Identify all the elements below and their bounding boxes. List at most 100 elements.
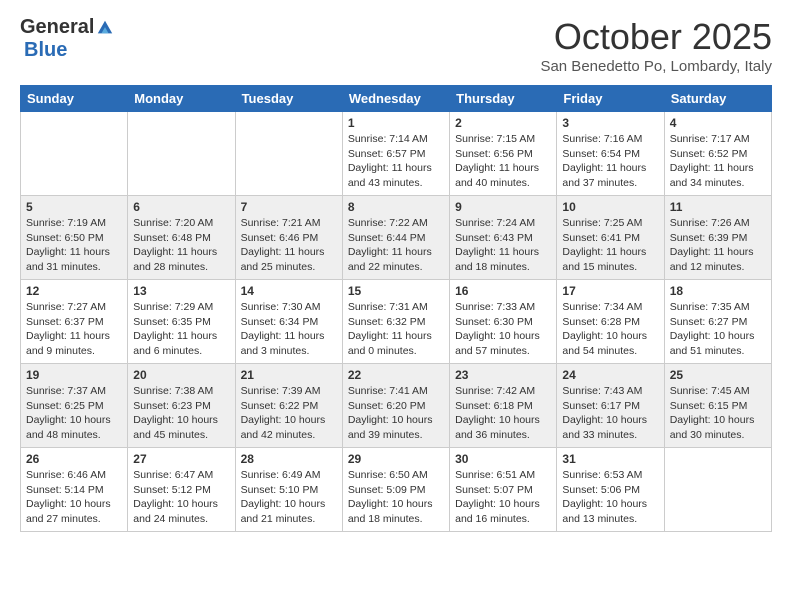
calendar-cell: 5 Sunrise: 7:19 AMSunset: 6:50 PMDaylight… [21,196,128,280]
calendar-cell: 13 Sunrise: 7:29 AMSunset: 6:35 PMDayligh… [128,280,235,364]
day-number: 9 [455,200,551,214]
day-info: Sunrise: 7:42 AMSunset: 6:18 PMDaylight:… [455,384,551,443]
calendar-cell: 2Sunrise: 7:15 AMSunset: 6:56 PMDaylight… [450,112,557,196]
day-info: Sunrise: 7:38 AMSunset: 6:23 PMDaylight:… [133,384,229,443]
day-info: Sunrise: 7:16 AMSunset: 6:54 PMDaylight:… [562,132,658,191]
day-info: Sunrise: 7:30 AMSunset: 6:34 PMDaylight:… [241,300,337,359]
day-info: Sunrise: 7:24 AMSunset: 6:43 PMDaylight:… [455,216,551,275]
day-number: 28 [241,452,337,466]
day-number: 12 [26,284,122,298]
day-number: 10 [562,200,658,214]
calendar-cell: 8Sunrise: 7:22 AMSunset: 6:44 PMDaylight… [342,196,449,280]
calendar-week-5: 26Sunrise: 6:46 AMSunset: 5:14 PMDayligh… [21,448,772,532]
day-number: 4 [670,116,766,130]
day-info: Sunrise: 7:45 AMSunset: 6:15 PMDaylight:… [670,384,766,443]
calendar-cell [664,448,771,532]
calendar-cell: 18 Sunrise: 7:35 AMSunset: 6:27 PMDayligh… [664,280,771,364]
calendar-cell: 24Sunrise: 7:43 AMSunset: 6:17 PMDayligh… [557,364,664,448]
day-info: Sunrise: 7:35 AMSunset: 6:27 PMDaylight:… [670,300,766,359]
day-number: 19 [26,368,122,382]
calendar-cell: 12 Sunrise: 7:27 AMSunset: 6:37 PMDayligh… [21,280,128,364]
col-friday: Friday [557,86,664,112]
calendar-cell: 19 Sunrise: 7:37 AMSunset: 6:25 PMDayligh… [21,364,128,448]
day-number: 29 [348,452,444,466]
col-saturday: Saturday [664,86,771,112]
header-row: Sunday Monday Tuesday Wednesday Thursday… [21,86,772,112]
calendar-cell: 30Sunrise: 6:51 AMSunset: 5:07 PMDayligh… [450,448,557,532]
day-number: 18 [670,284,766,298]
calendar-cell: 3 Sunrise: 7:16 AMSunset: 6:54 PMDaylight… [557,112,664,196]
col-thursday: Thursday [450,86,557,112]
day-number: 13 [133,284,229,298]
calendar-cell: 6Sunrise: 7:20 AMSunset: 6:48 PMDaylight… [128,196,235,280]
day-number: 8 [348,200,444,214]
logo-blue: Blue [24,39,67,62]
col-monday: Monday [128,86,235,112]
day-info: Sunrise: 6:49 AMSunset: 5:10 PMDaylight:… [241,468,337,527]
calendar-cell [21,112,128,196]
calendar-cell: 10 Sunrise: 7:25 AMSunset: 6:41 PMDayligh… [557,196,664,280]
day-number: 5 [26,200,122,214]
day-number: 7 [241,200,337,214]
col-wednesday: Wednesday [342,86,449,112]
day-info: Sunrise: 6:53 AMSunset: 5:06 PMDaylight:… [562,468,658,527]
day-number: 22 [348,368,444,382]
day-number: 14 [241,284,337,298]
day-number: 16 [455,284,551,298]
day-number: 1 [348,116,444,130]
day-info: Sunrise: 7:33 AMSunset: 6:30 PMDaylight:… [455,300,551,359]
day-number: 11 [670,200,766,214]
calendar-cell: 17 Sunrise: 7:34 AMSunset: 6:28 PMDayligh… [557,280,664,364]
header: General Blue October 2025 San Benedetto … [20,16,772,75]
calendar-cell: 15 Sunrise: 7:31 AMSunset: 6:32 PMDayligh… [342,280,449,364]
day-number: 30 [455,452,551,466]
day-info: Sunrise: 7:21 AMSunset: 6:46 PMDaylight:… [241,216,337,275]
day-info: Sunrise: 7:43 AMSunset: 6:17 PMDaylight:… [562,384,658,443]
day-info: Sunrise: 7:37 AMSunset: 6:25 PMDaylight:… [26,384,122,443]
day-info: Sunrise: 6:46 AMSunset: 5:14 PMDaylight:… [26,468,122,527]
day-info: Sunrise: 7:27 AMSunset: 6:37 PMDaylight:… [26,300,122,359]
calendar-cell: 27Sunrise: 6:47 AMSunset: 5:12 PMDayligh… [128,448,235,532]
calendar-week-1: 1 Sunrise: 7:14 AMSunset: 6:57 PMDaylight… [21,112,772,196]
day-info: Sunrise: 7:25 AMSunset: 6:41 PMDaylight:… [562,216,658,275]
calendar-cell: 7 Sunrise: 7:21 AMSunset: 6:46 PMDaylight… [235,196,342,280]
day-info: Sunrise: 7:29 AMSunset: 6:35 PMDaylight:… [133,300,229,359]
title-block: October 2025 San Benedetto Po, Lombardy,… [540,16,772,75]
day-number: 3 [562,116,658,130]
day-number: 31 [562,452,658,466]
col-tuesday: Tuesday [235,86,342,112]
day-number: 25 [670,368,766,382]
calendar-cell: 25 Sunrise: 7:45 AMSunset: 6:15 PMDayligh… [664,364,771,448]
day-info: Sunrise: 7:31 AMSunset: 6:32 PMDaylight:… [348,300,444,359]
day-number: 21 [241,368,337,382]
day-number: 2 [455,116,551,130]
logo-icon [96,19,114,37]
location: San Benedetto Po, Lombardy, Italy [540,58,772,75]
calendar-cell: 26Sunrise: 6:46 AMSunset: 5:14 PMDayligh… [21,448,128,532]
logo-text: General [20,16,114,39]
calendar-cell: 31 Sunrise: 6:53 AMSunset: 5:06 PMDayligh… [557,448,664,532]
calendar-cell: 1 Sunrise: 7:14 AMSunset: 6:57 PMDaylight… [342,112,449,196]
calendar-cell [235,112,342,196]
calendar-cell: 23 Sunrise: 7:42 AMSunset: 6:18 PMDayligh… [450,364,557,448]
calendar-cell: 16 Sunrise: 7:33 AMSunset: 6:30 PMDayligh… [450,280,557,364]
calendar-cell: 4Sunrise: 7:17 AMSunset: 6:52 PMDaylight… [664,112,771,196]
logo: General Blue [20,16,114,62]
day-info: Sunrise: 7:34 AMSunset: 6:28 PMDaylight:… [562,300,658,359]
day-info: Sunrise: 7:39 AMSunset: 6:22 PMDaylight:… [241,384,337,443]
day-number: 23 [455,368,551,382]
calendar-cell: 22 Sunrise: 7:41 AMSunset: 6:20 PMDayligh… [342,364,449,448]
calendar-week-2: 5 Sunrise: 7:19 AMSunset: 6:50 PMDaylight… [21,196,772,280]
day-info: Sunrise: 7:14 AMSunset: 6:57 PMDaylight:… [348,132,444,191]
calendar-week-3: 12 Sunrise: 7:27 AMSunset: 6:37 PMDayligh… [21,280,772,364]
calendar-cell [128,112,235,196]
calendar-cell: 9 Sunrise: 7:24 AMSunset: 6:43 PMDaylight… [450,196,557,280]
day-number: 17 [562,284,658,298]
calendar-cell: 29Sunrise: 6:50 AMSunset: 5:09 PMDayligh… [342,448,449,532]
calendar-week-4: 19 Sunrise: 7:37 AMSunset: 6:25 PMDayligh… [21,364,772,448]
calendar-cell: 28 Sunrise: 6:49 AMSunset: 5:10 PMDayligh… [235,448,342,532]
day-info: Sunrise: 7:41 AMSunset: 6:20 PMDaylight:… [348,384,444,443]
calendar-cell: 21 Sunrise: 7:39 AMSunset: 6:22 PMDayligh… [235,364,342,448]
day-number: 15 [348,284,444,298]
day-info: Sunrise: 7:19 AMSunset: 6:50 PMDaylight:… [26,216,122,275]
